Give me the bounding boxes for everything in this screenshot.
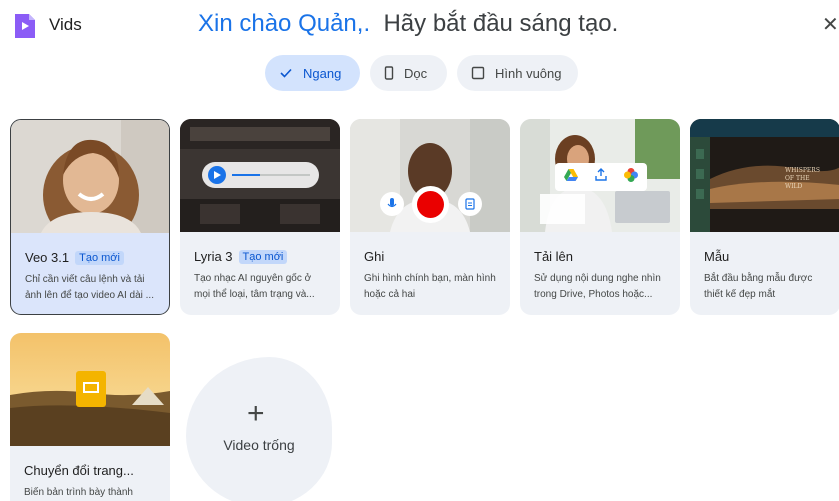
card-veo[interactable]: Veo 3.1 Tạo mới Chỉ cần viết câu lệnh và… <box>10 119 170 315</box>
card-description: Ghi hình chính bạn, màn hình hoặc cả hai <box>364 273 496 300</box>
orientation-chips: Ngang Dọc Hình vuông <box>0 55 839 91</box>
card-title-text: Ghi <box>364 249 385 264</box>
blank-video-label: Video trống <box>223 437 295 453</box>
card-title-text: Lyria 3 <box>194 249 233 264</box>
card-description: Bắt đầu bằng mẫu được thiết kế đẹp mắt <box>704 273 813 300</box>
record-button[interactable] <box>412 186 449 223</box>
card-title-text: Chuyển đổi trang... <box>24 463 134 478</box>
card-title: Mẫu <box>704 249 729 264</box>
card-upload[interactable]: Tải lên Sử dụng nội dung nghe nhìn trong… <box>520 119 680 315</box>
blank-video-button[interactable]: + Video trống <box>186 357 332 501</box>
new-badge: Tạo mới <box>75 250 124 265</box>
card-title: Chuyển đổi trang... <box>24 463 134 478</box>
square-icon <box>471 66 485 80</box>
card-title-text: Tải lên <box>534 249 574 264</box>
chip-label: Ngang <box>303 65 342 81</box>
card-title-text: Mẫu <box>704 249 730 264</box>
upload-thumbnail <box>520 119 680 232</box>
greeting-rest: Hãy bắt đầu sáng tạo. <box>383 10 619 37</box>
card-description: Tạo nhạc AI nguyên gốc ở mọi thể loại, t… <box>194 273 315 300</box>
card-convert-slides[interactable]: Chuyển đổi trang... Biến bản trình bày t… <box>10 333 170 501</box>
close-icon[interactable]: ✕ <box>822 12 839 37</box>
app-name: Vids <box>49 15 82 34</box>
greeting-hello: Xin chào Quản,. <box>198 10 371 37</box>
page-title: Xin chào Quản,. Hãy bắt đầu sáng tạo. <box>198 10 618 38</box>
chip-portrait[interactable]: Dọc <box>370 55 447 91</box>
convert-thumbnail <box>10 333 170 446</box>
chip-landscape[interactable]: Ngang <box>265 55 360 91</box>
card-title: Ghi <box>364 249 384 264</box>
upload-toolbar <box>555 163 647 191</box>
record-thumbnail <box>350 119 510 232</box>
plus-icon: + <box>247 397 265 430</box>
veo-thumbnail <box>11 120 169 233</box>
card-record[interactable]: Ghi Ghi hình chính bạn, màn hình hoặc cả… <box>350 119 510 315</box>
card-lyria[interactable]: Lyria 3 Tạo mới Tạo nhạc AI nguyên gốc ở… <box>180 119 340 315</box>
google-photos-icon[interactable] <box>623 167 639 188</box>
google-slides-icon <box>76 371 106 407</box>
card-description: Sử dụng nội dung nghe nhìn trong Drive, … <box>534 273 661 300</box>
upload-icon[interactable] <box>595 168 607 186</box>
lyria-thumbnail <box>180 119 340 232</box>
card-title: Veo 3.1 Tạo mới <box>25 250 124 265</box>
chip-label: Hình vuông <box>495 65 562 81</box>
new-badge: Tạo mới <box>238 249 288 264</box>
card-title: Lyria 3 Tạo mới <box>194 249 288 264</box>
portrait-icon <box>384 66 394 80</box>
card-description: Biến bản trình bày thành <box>24 487 133 498</box>
vids-logo-icon <box>15 14 35 38</box>
template-thumb-text: WHISPERS OF THE WILD <box>785 167 820 190</box>
card-title: Tải lên <box>534 249 573 264</box>
card-title-text: Veo 3.1 <box>25 250 70 265</box>
google-drive-icon[interactable] <box>563 168 579 187</box>
document-icon[interactable] <box>458 192 482 216</box>
card-description: Chỉ cần viết câu lệnh và tải ảnh lên để … <box>25 274 154 301</box>
chip-label: Dọc <box>404 65 428 81</box>
template-thumbnail: WHISPERS OF THE WILD <box>690 119 839 232</box>
checkmark-icon <box>279 66 293 80</box>
chip-square[interactable]: Hình vuông <box>457 55 578 91</box>
microphone-icon[interactable] <box>380 192 404 216</box>
card-template[interactable]: WHISPERS OF THE WILD Mẫu Bắt đầu bằng mẫ… <box>690 119 839 315</box>
record-dot-icon <box>417 191 444 218</box>
